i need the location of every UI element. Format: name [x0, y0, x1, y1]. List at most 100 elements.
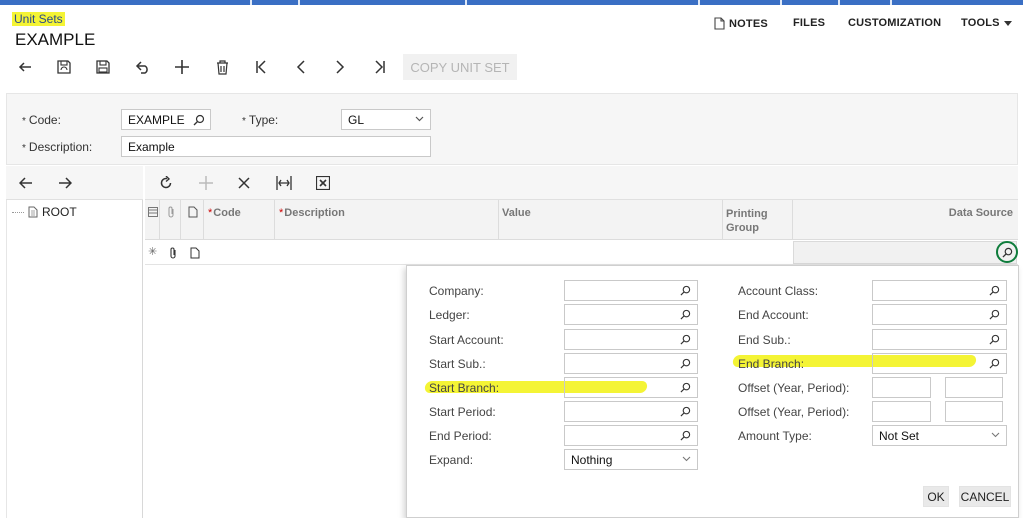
search-icon[interactable] [989, 309, 1000, 320]
search-icon[interactable] [989, 334, 1000, 345]
tree-node-root[interactable]: ROOT [12, 205, 77, 219]
offset-end-period-field[interactable] [945, 401, 1003, 422]
search-icon[interactable] [680, 334, 691, 345]
previous-record-icon[interactable] [291, 57, 311, 77]
description-value: Example [128, 140, 175, 154]
breadcrumb[interactable]: Unit Sets [12, 12, 65, 26]
notes-button[interactable]: NOTES [714, 17, 768, 30]
amount-type-select[interactable]: Not Set [872, 425, 1007, 446]
start-period-field[interactable] [564, 401, 698, 422]
notes-label: NOTES [729, 17, 768, 30]
paperclip-icon [168, 206, 174, 218]
ledger-field[interactable] [564, 304, 698, 325]
top-accent-bar [0, 0, 1023, 5]
customization-button[interactable]: CUSTOMIZATION [848, 17, 941, 29]
arrow-right-icon[interactable] [58, 177, 72, 189]
end-sub-label: End Sub.: [738, 333, 791, 347]
start-sub-field[interactable] [564, 353, 698, 374]
fit-columns-icon[interactable] [276, 176, 292, 190]
search-icon[interactable] [680, 430, 691, 441]
end-account-field[interactable] [872, 304, 1007, 325]
search-icon[interactable] [680, 285, 691, 296]
expand-value: Nothing [571, 453, 613, 467]
description-label: * Description: [22, 140, 93, 154]
start-account-label: Start Account: [429, 333, 504, 347]
code-label: * Code: [22, 113, 61, 127]
delete-row-icon[interactable] [238, 177, 250, 189]
tree-connector [12, 211, 24, 213]
tools-label: TOOLS [961, 17, 1000, 29]
expand-select[interactable]: Nothing [564, 449, 698, 470]
column-header-value[interactable]: Value [502, 207, 531, 219]
note-icon [714, 17, 725, 30]
document-icon [28, 206, 38, 218]
search-icon[interactable] [680, 358, 691, 369]
offset-start-year-field[interactable] [872, 377, 931, 398]
chevron-down-icon [682, 456, 691, 462]
expand-label: Expand: [429, 453, 474, 467]
refresh-icon[interactable] [159, 176, 173, 190]
offset-end-year-field[interactable] [872, 401, 931, 422]
excel-export-icon[interactable] [316, 176, 330, 190]
tree-node-label: ROOT [42, 205, 77, 219]
add-row-icon[interactable] [199, 176, 213, 190]
search-icon[interactable] [680, 309, 691, 320]
start-branch-field[interactable] [564, 377, 698, 398]
offset-start-period-field[interactable] [945, 377, 1003, 398]
start-account-field[interactable] [564, 329, 698, 350]
offset-end-label: Offset (Year, Period): [738, 405, 850, 419]
caret-down-icon [1003, 20, 1012, 26]
search-icon[interactable] [680, 406, 691, 417]
note-icon [188, 206, 198, 218]
delete-icon[interactable] [212, 57, 232, 77]
search-icon[interactable] [989, 358, 1000, 369]
first-record-icon[interactable] [251, 57, 271, 77]
column-header-printing-group[interactable]: Printing Group [726, 207, 768, 235]
amount-type-label: Amount Type: [738, 429, 812, 443]
description-field[interactable]: Example [121, 136, 431, 157]
paperclip-icon[interactable] [169, 247, 178, 259]
search-icon[interactable] [989, 285, 1000, 296]
save-close-icon[interactable] [54, 57, 74, 77]
ledger-label: Ledger: [429, 308, 470, 322]
arrow-left-icon[interactable] [19, 177, 33, 189]
next-record-icon[interactable] [330, 57, 350, 77]
end-period-label: End Period: [429, 429, 492, 443]
type-label: * Type: [242, 113, 279, 127]
column-header-description[interactable]: *Description [279, 207, 345, 219]
end-branch-field[interactable] [872, 353, 1007, 374]
end-branch-label: End Branch: [738, 357, 805, 371]
last-record-icon[interactable] [370, 57, 390, 77]
note-icon[interactable] [190, 247, 200, 259]
search-icon[interactable] [680, 382, 691, 393]
column-header-code[interactable]: *Code [208, 207, 241, 219]
code-value: EXAMPLE [128, 113, 185, 127]
table-row-new[interactable]: ✳ [145, 240, 1018, 265]
back-icon[interactable] [15, 57, 35, 77]
column-header-data-source[interactable]: Data Source [949, 207, 1013, 219]
cancel-button[interactable]: CANCEL [959, 486, 1011, 507]
data-source-popup: Company: Ledger: Start Account: Start Su… [406, 265, 1019, 518]
account-class-field[interactable] [872, 280, 1007, 301]
company-field[interactable] [564, 280, 698, 301]
search-icon[interactable] [193, 114, 205, 126]
chevron-down-icon [415, 116, 424, 122]
grid-toolbar [145, 166, 1018, 200]
data-source-lookup-button[interactable] [996, 241, 1018, 263]
data-source-cell[interactable] [793, 241, 1018, 264]
start-branch-label: Start Branch: [429, 381, 500, 395]
row-selector-icon [148, 207, 158, 217]
add-icon[interactable] [172, 57, 192, 77]
end-period-field[interactable] [564, 425, 698, 446]
undo-icon[interactable] [133, 57, 153, 77]
code-field[interactable]: EXAMPLE [121, 109, 211, 130]
save-icon[interactable] [93, 57, 113, 77]
copy-unit-set-button[interactable]: COPY UNIT SET [403, 54, 517, 80]
grid-header: *Code *Description Value Printing Group D… [145, 200, 1018, 240]
account-class-label: Account Class: [738, 284, 819, 298]
ok-button[interactable]: OK [923, 486, 949, 507]
end-sub-field[interactable] [872, 329, 1007, 350]
type-select[interactable]: GL [341, 109, 431, 130]
files-button[interactable]: FILES [793, 17, 825, 29]
tools-menu[interactable]: TOOLS [961, 17, 1012, 29]
